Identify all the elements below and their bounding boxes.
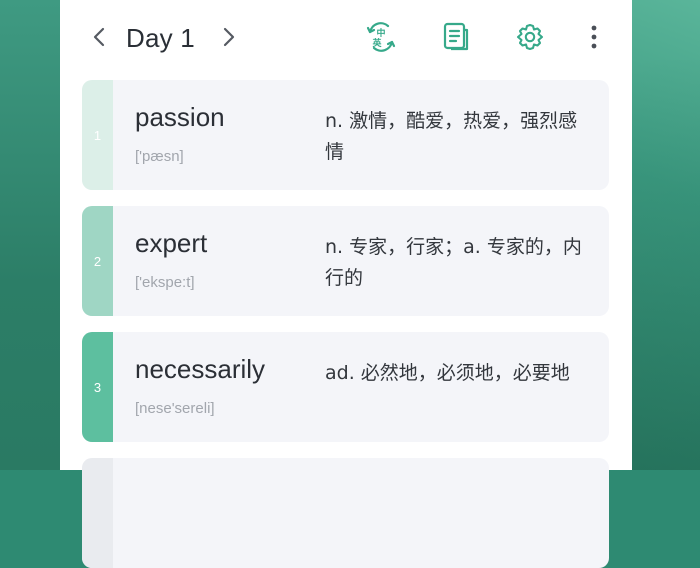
lang-toggle-bottom: 英 [371, 37, 382, 49]
previous-day-button[interactable] [86, 22, 112, 52]
word-index: 2 [82, 206, 113, 316]
word-card[interactable]: 1 passion ['pæsn] n. 激情，酷爱，热爱，强烈感情 [82, 80, 609, 190]
word-list-panel: Day 1 中 英 1 passion ['pæsn] n. 激情，酷爱，热爱，… [60, 0, 632, 568]
word-phonetic: ['ekspe:t] [135, 274, 195, 291]
language-switch-icon: 中 英 [366, 22, 396, 52]
word-definition: n. 专家，行家；a. 专家的，内行的 [325, 236, 582, 289]
word-list-icon [443, 22, 469, 51]
more-options-button[interactable] [576, 19, 612, 55]
word-card[interactable]: 3 necessarily [nese'sereli] ad. 必然地，必须地，… [82, 332, 609, 442]
settings-button[interactable] [512, 19, 548, 55]
background-left [0, 0, 60, 470]
word-definition: n. 激情，酷爱，热爱，强烈感情 [325, 110, 578, 163]
word-index: 1 [82, 80, 113, 190]
word-definition: ad. 必然地，必须地，必要地 [325, 362, 570, 384]
word-phonetic: [nese'sereli] [135, 400, 215, 417]
gear-icon [516, 23, 544, 51]
top-bar: Day 1 中 英 [60, 0, 632, 78]
word-phonetic: ['pæsn] [135, 148, 184, 165]
more-vertical-icon [591, 25, 597, 49]
background-right-shade [632, 60, 700, 470]
word-text: passion [135, 102, 225, 132]
lang-toggle-top: 中 [376, 27, 385, 39]
word-list-button[interactable] [438, 19, 474, 55]
page-title: Day 1 [126, 23, 195, 53]
word-card-partial[interactable] [82, 458, 609, 568]
chevron-right-icon [223, 27, 235, 47]
word-text: necessarily [135, 354, 266, 384]
language-switch-button[interactable]: 中 英 [363, 19, 399, 55]
word-index-strip [82, 458, 113, 568]
word-index: 3 [82, 332, 113, 442]
chevron-left-icon [93, 27, 105, 47]
word-card[interactable]: 2 expert ['ekspe:t] n. 专家，行家；a. 专家的，内行的 [82, 206, 609, 316]
word-text: expert [135, 228, 208, 258]
next-day-button[interactable] [216, 22, 242, 52]
